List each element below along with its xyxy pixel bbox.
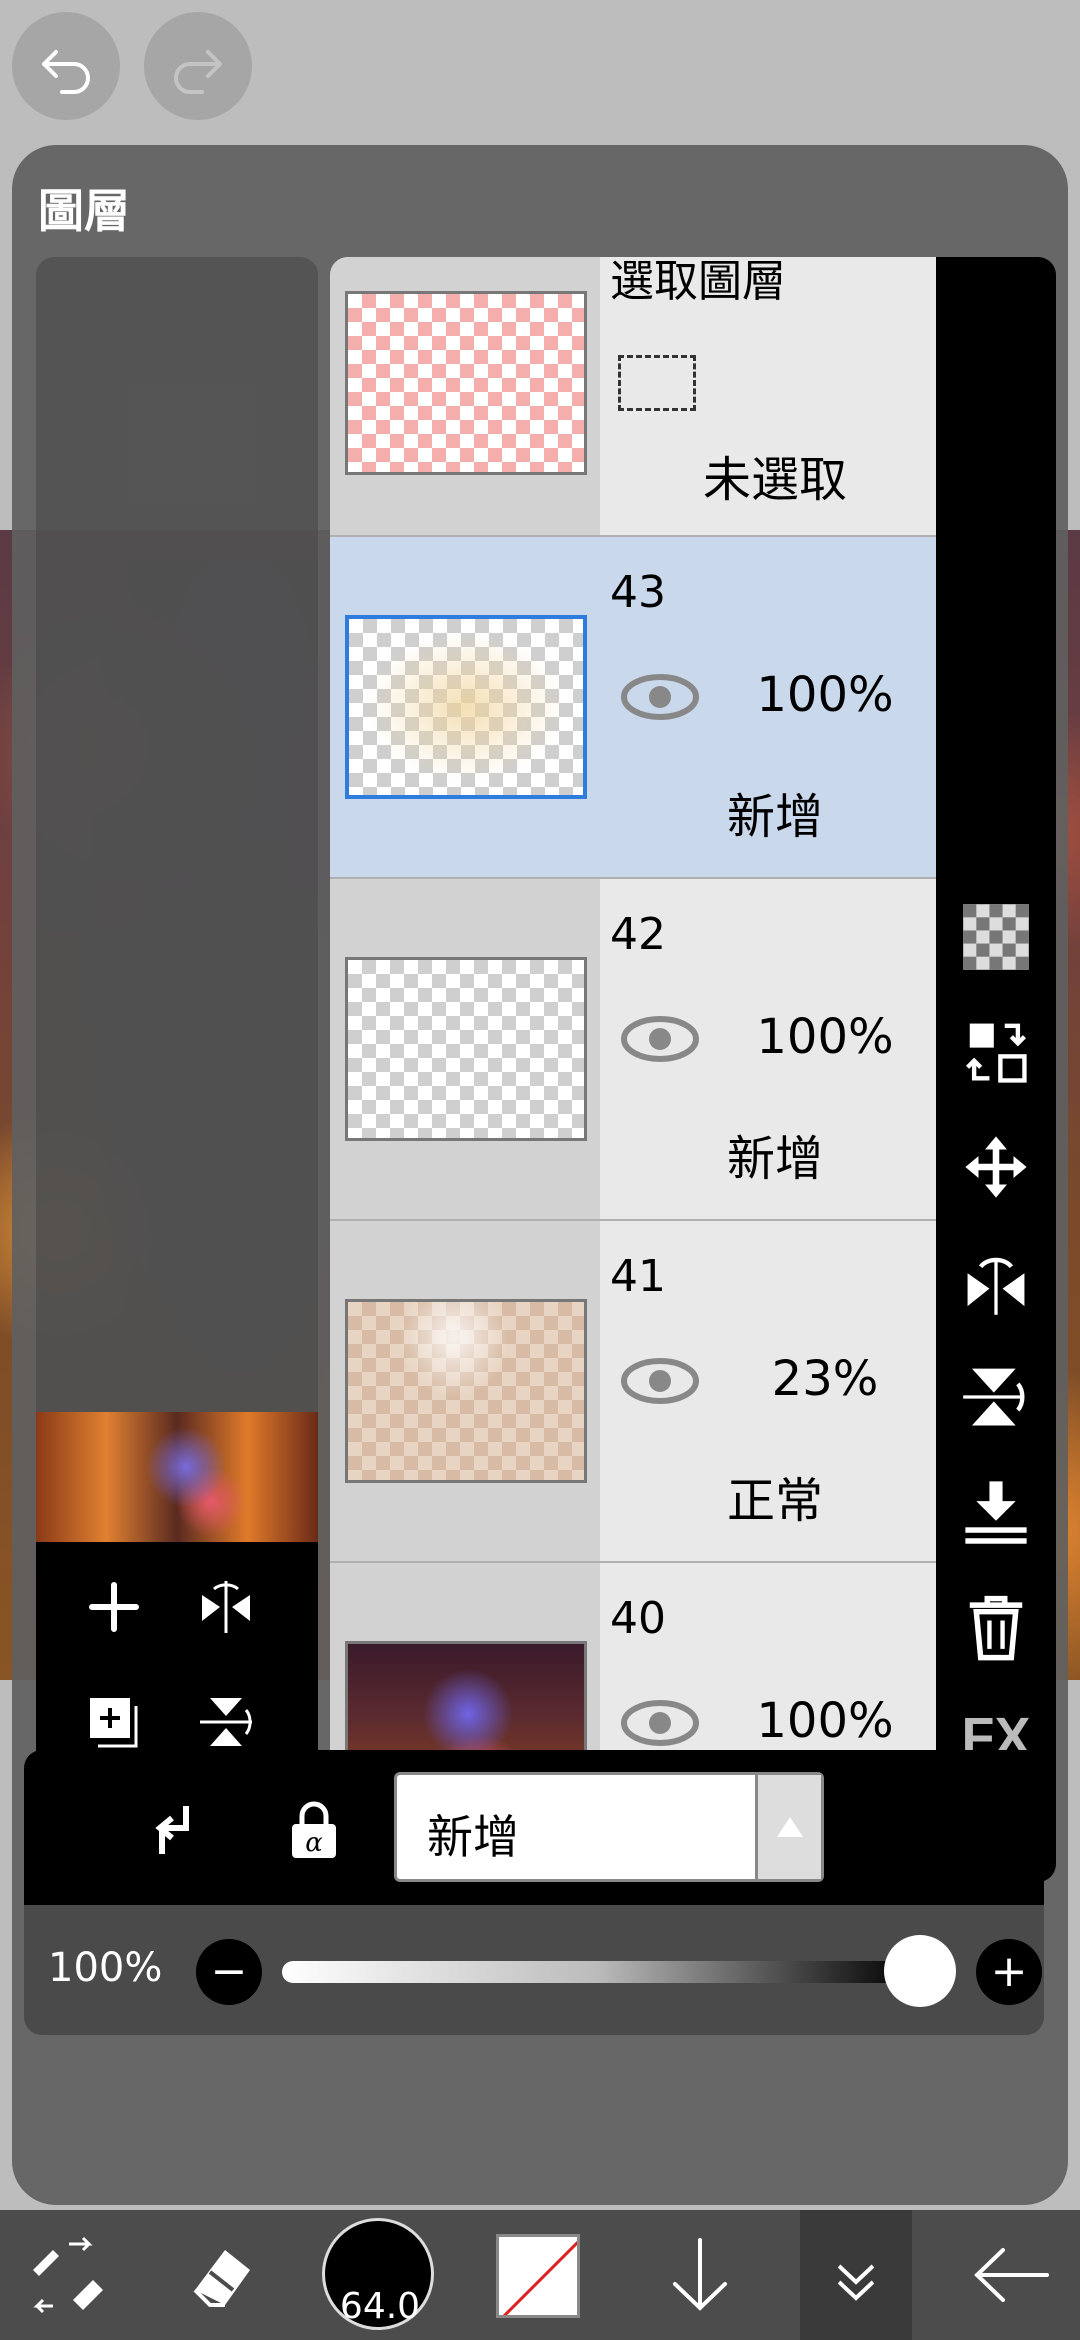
merge-down-button[interactable]: [956, 1472, 1036, 1552]
canvas-thumbnail[interactable]: [36, 1412, 318, 1542]
opacity-decrease-button[interactable]: −: [196, 1939, 262, 2005]
opacity-slider-knob[interactable]: [884, 1935, 956, 2007]
blend-mode-value: 新增: [427, 1810, 519, 1864]
alpha-lock-icon: α: [292, 1801, 336, 1858]
alpha-lock-button[interactable]: α: [274, 1790, 354, 1870]
flip-horizontal-icon: [202, 1581, 250, 1633]
chevron-double-down-icon: [837, 2264, 875, 2301]
layer-row[interactable]: 41 23% 正常: [330, 1221, 936, 1563]
layer-thumbnail[interactable]: [345, 957, 587, 1141]
download-button[interactable]: [650, 2225, 750, 2325]
minus-icon: −: [210, 1946, 248, 1997]
eye-icon[interactable]: [620, 1356, 700, 1406]
add-layer-icon: [89, 1582, 139, 1632]
flip-vertical-icon: [200, 1698, 252, 1746]
layer-row[interactable]: 42 100% 新增: [330, 879, 936, 1221]
clipping-button[interactable]: [134, 1790, 214, 1870]
layer-name: 40: [610, 1593, 666, 1644]
opacity-value-label: 100%: [48, 1945, 163, 1991]
eye-icon[interactable]: [620, 1014, 700, 1064]
layer-opacity: 100%: [756, 1009, 894, 1065]
eraser-button[interactable]: [170, 2225, 270, 2325]
arrow-down-icon: [673, 2238, 727, 2311]
layer-thumbnail[interactable]: [345, 1299, 587, 1483]
panel-title: 圖層: [38, 184, 130, 238]
layer-row[interactable]: 43 100% 新增: [330, 537, 936, 879]
redo-button[interactable]: [144, 12, 252, 120]
flip-vertical-icon: [963, 1368, 1025, 1426]
layer-name: 42: [610, 909, 666, 960]
arrow-left-icon: [974, 2248, 1049, 2302]
swap-layer-button[interactable]: [956, 1012, 1036, 1092]
svg-text:α: α: [305, 1828, 323, 1858]
back-button[interactable]: [962, 2225, 1062, 2325]
redo-icon: [174, 50, 222, 94]
selection-layer-name: 選取圖層: [610, 257, 786, 307]
dropdown-arrow-icon[interactable]: [755, 1775, 821, 1879]
eraser-icon: [193, 2250, 250, 2307]
layer-name: 41: [610, 1251, 666, 1302]
brush-eraser-switch-icon: [33, 2236, 103, 2314]
eye-icon[interactable]: [620, 672, 700, 722]
flip-horizontal-button[interactable]: [186, 1567, 266, 1647]
flip-layer-horizontal-button[interactable]: [956, 1242, 1036, 1322]
add-layer-button[interactable]: [74, 1567, 154, 1647]
swap-icon: [966, 1023, 1027, 1083]
opacity-increase-button[interactable]: +: [976, 1939, 1042, 2005]
bottom-toolbar: 64.0: [0, 2210, 1080, 2340]
delete-icon: [969, 1595, 1023, 1661]
layer-preview-column: [36, 257, 318, 1882]
selection-layer-row[interactable]: 選取圖層 未選取: [330, 257, 936, 537]
blend-mode-bar: α 新增: [24, 1750, 1044, 1905]
transparency-button[interactable]: [956, 897, 1036, 977]
plus-icon: +: [990, 1946, 1028, 1997]
selection-marquee-icon: [618, 355, 696, 411]
layer-action-column: FX: [936, 257, 1056, 1882]
copy-layer-icon: [90, 1698, 138, 1748]
layer-blend-mode: 新增: [726, 789, 823, 845]
blend-mode-select[interactable]: 新增: [394, 1772, 824, 1882]
move-icon: [965, 1136, 1027, 1198]
flip-horizontal-icon: [967, 1257, 1025, 1315]
move-layer-button[interactable]: [956, 1127, 1036, 1207]
transparency-icon: [963, 904, 1029, 970]
undo-button[interactable]: [12, 12, 120, 120]
layer-thumbnail[interactable]: [345, 615, 587, 799]
brush-size-value: 64.0: [339, 2286, 421, 2327]
layer-opacity: 23%: [771, 1351, 879, 1407]
eye-icon[interactable]: [620, 1698, 700, 1748]
color-swatch[interactable]: [496, 2234, 580, 2318]
layers-tab-button[interactable]: [806, 2225, 906, 2325]
selection-status: 未選取: [702, 452, 847, 508]
selection-layer-thumbnail: [345, 291, 587, 475]
layer-blend-mode: 新增: [726, 1131, 823, 1187]
opacity-slider-bar: 100% − +: [24, 1905, 1044, 2035]
opacity-slider-track[interactable]: [282, 1961, 912, 1983]
layer-opacity: 100%: [756, 667, 894, 723]
layer-name: 43: [610, 567, 666, 618]
layer-list[interactable]: 選取圖層 未選取 43 100% 新增 42 100% 新增 41 23% 正常…: [330, 257, 936, 1882]
undo-icon: [42, 50, 90, 94]
flip-layer-vertical-button[interactable]: [956, 1357, 1036, 1437]
merge-down-icon: [965, 1481, 1027, 1544]
delete-layer-button[interactable]: [956, 1587, 1036, 1667]
tool-switch-button[interactable]: [18, 2225, 118, 2325]
layer-opacity: 100%: [756, 1693, 894, 1749]
clip-icon: [155, 1806, 189, 1854]
layer-blend-mode: 正常: [726, 1473, 823, 1529]
